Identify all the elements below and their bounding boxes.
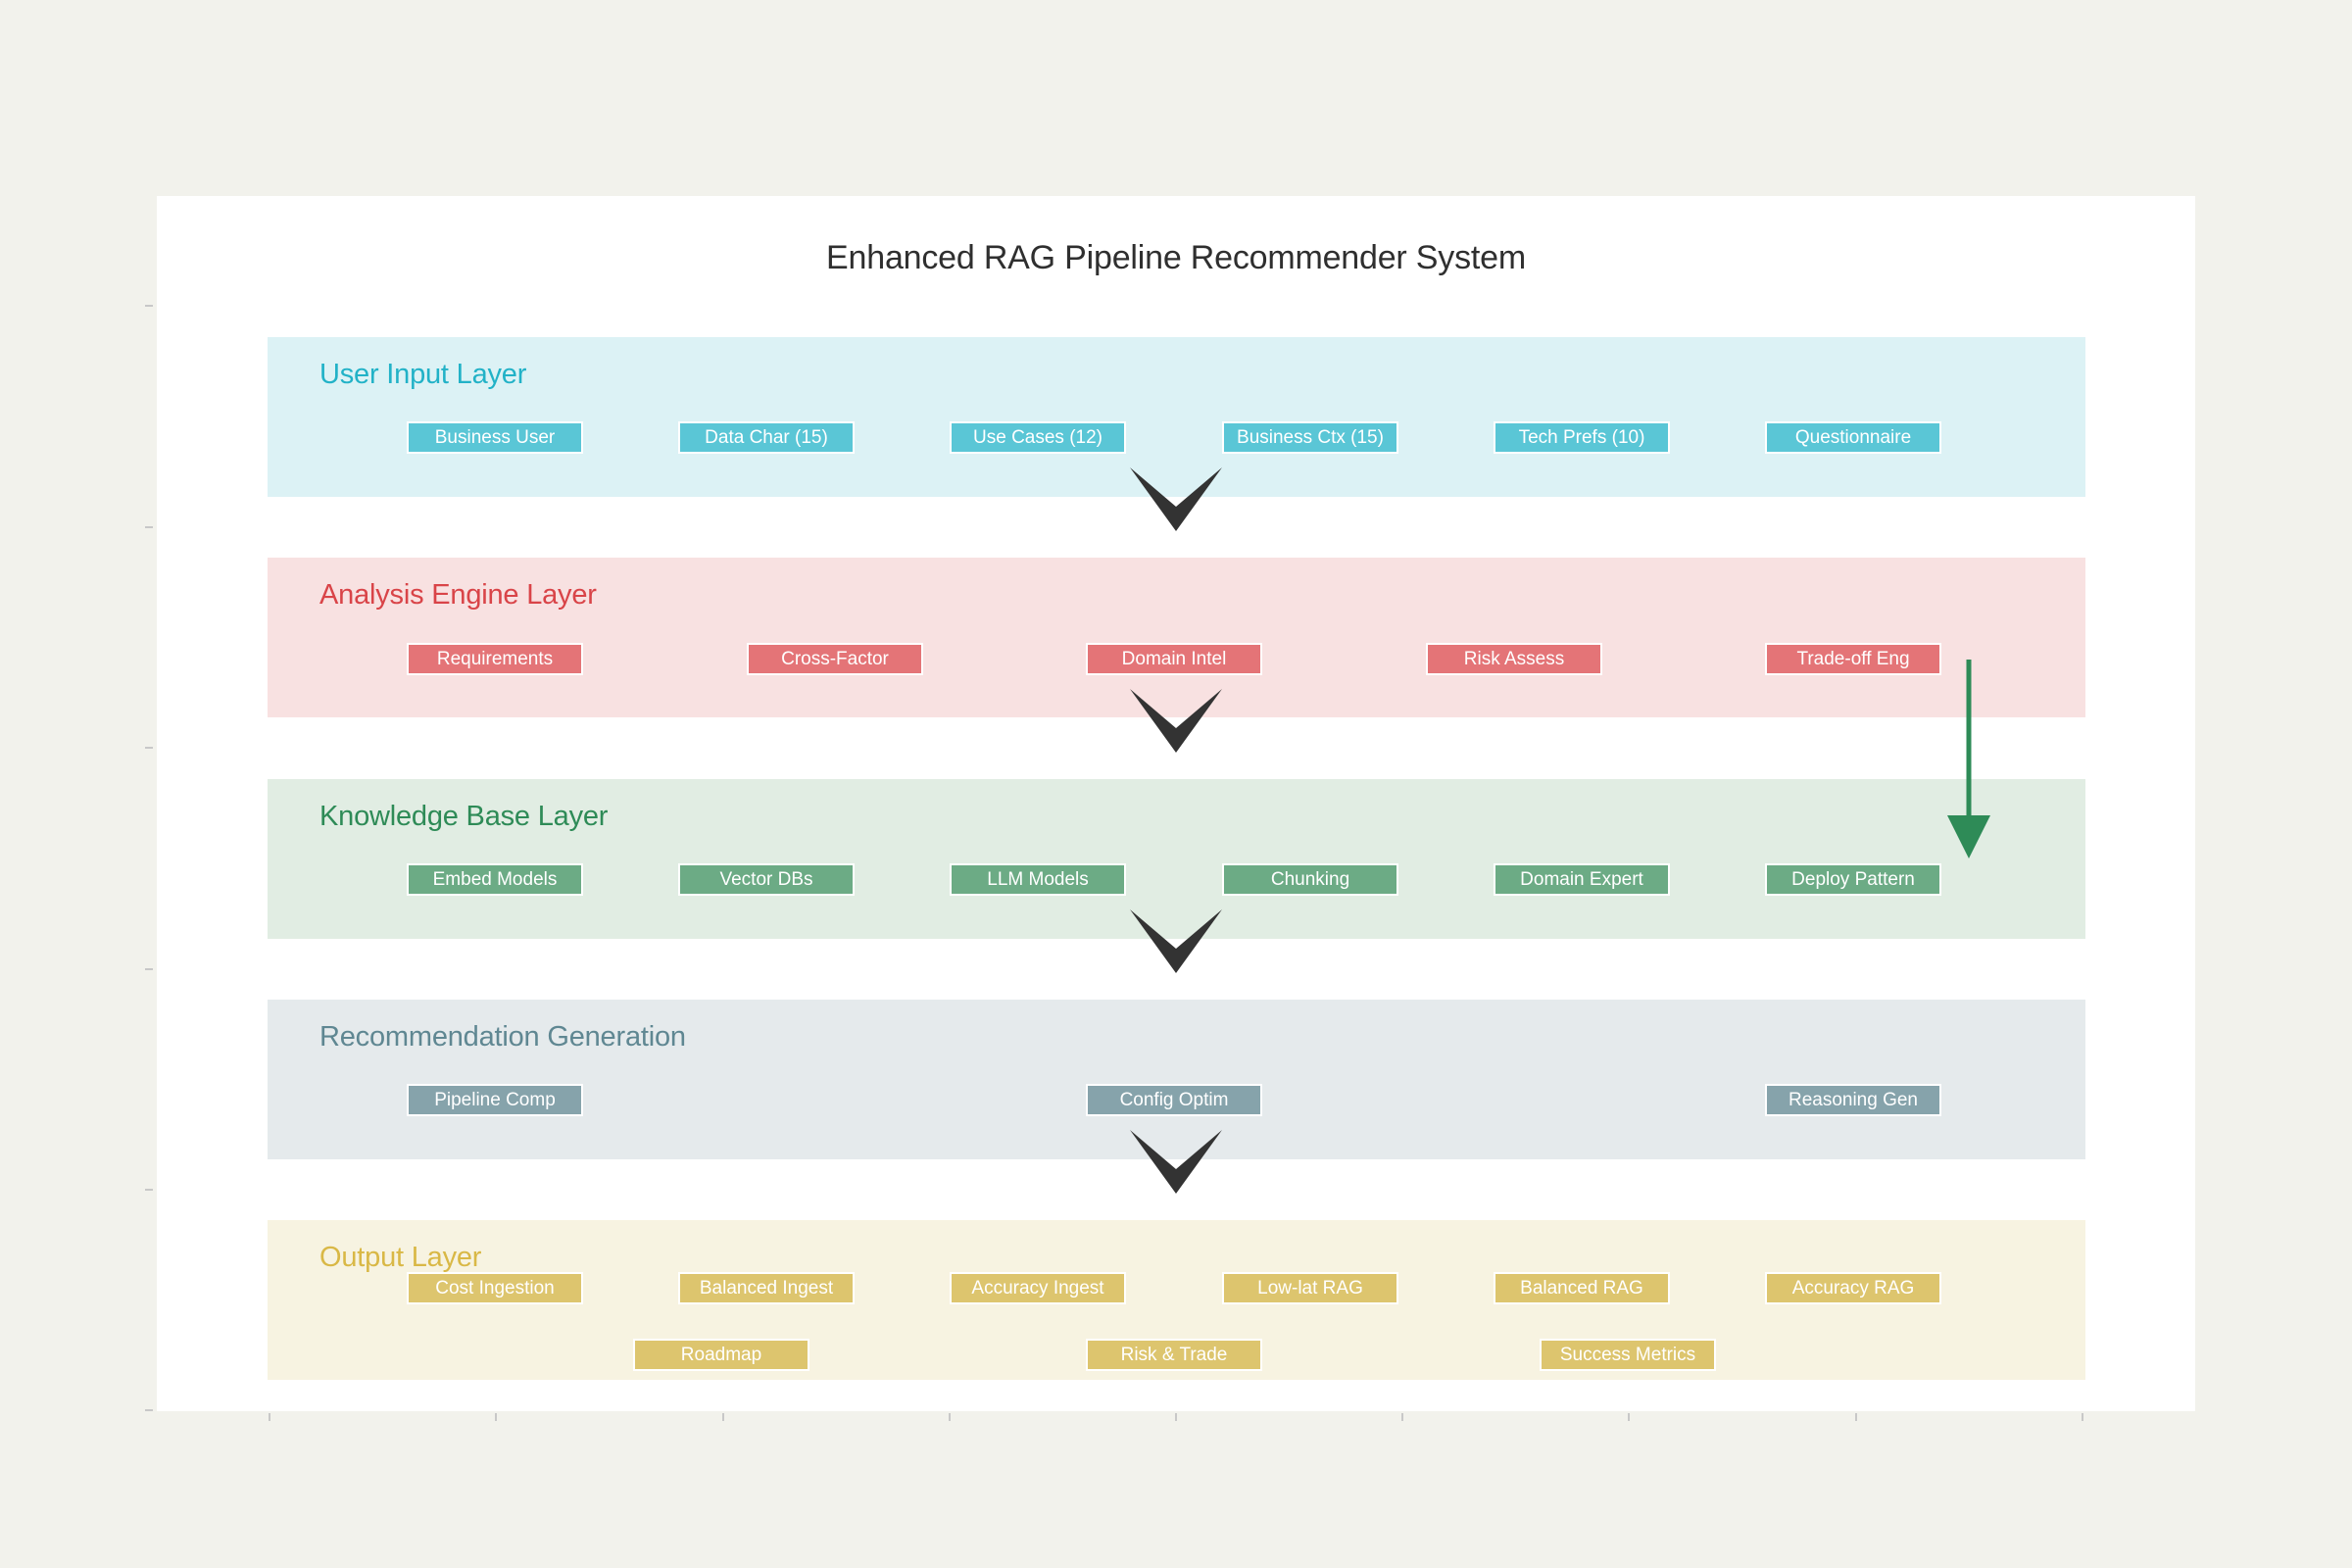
arrows-layer [1130,467,1990,1194]
flow-arrow-analysis-to-knowledge [1130,689,1222,753]
flow-arrow-knowledge-to-recommendation [1130,909,1222,973]
diagram-canvas: Enhanced RAG Pipeline Recommender System… [0,0,2352,1568]
flow-arrow-recommendation-to-output [1130,1130,1222,1194]
flow-arrow-input-to-analysis [1130,467,1222,531]
feedback-arrowhead [1947,815,1990,858]
